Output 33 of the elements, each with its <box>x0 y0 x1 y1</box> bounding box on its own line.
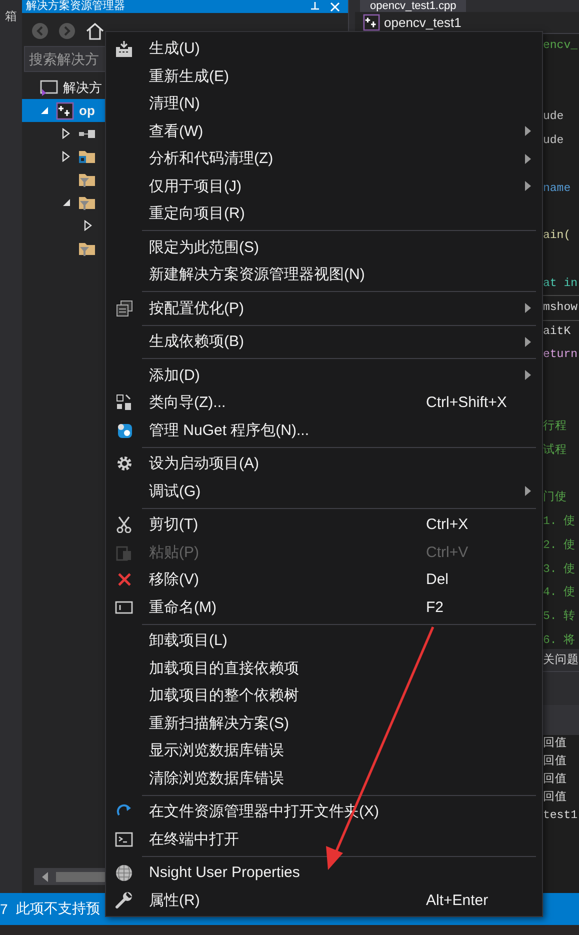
output-line: test1 <box>543 808 579 824</box>
code-line: name <box>543 180 572 197</box>
shortcut-text: Ctrl+V <box>426 544 468 561</box>
status-text: 此项不支持预 <box>16 900 100 918</box>
output-line: 回值 <box>543 754 568 770</box>
code-line: 3. 使 <box>543 562 577 578</box>
status-text: 7 <box>0 901 8 917</box>
code-line: 2. 使 <box>543 538 577 554</box>
code-line: 门使 <box>543 489 568 506</box>
shortcut-text: F2 <box>426 598 444 616</box>
code-line: 1. 使 <box>543 514 577 530</box>
code-line: eturn <box>543 347 579 364</box>
code-line: 行程 <box>543 418 568 435</box>
output-line: 回值 <box>543 772 568 788</box>
tree-label: 解决方 <box>63 78 102 96</box>
code-line: at in <box>543 276 579 292</box>
code-line: ude <box>543 109 565 126</box>
output-line: 回值 <box>543 736 568 752</box>
code-line: aitK <box>543 324 572 340</box>
code-line: mshow <box>543 296 579 320</box>
code-line: encv_ <box>543 38 579 54</box>
shortcut-text: Ctrl+X <box>426 516 468 534</box>
code-line: 5. 转 <box>543 608 577 626</box>
shortcut-text: Alt+Enter <box>426 892 488 909</box>
code-line: 4. 使 <box>543 584 577 602</box>
output-line: 回值 <box>543 790 568 806</box>
tree-label: op <box>79 103 95 118</box>
shortcut-text: Ctrl+Shift+X <box>426 394 507 412</box>
shortcut-text: Del <box>426 571 449 588</box>
code-line: 试程 <box>543 442 568 459</box>
code-line: ude <box>543 133 565 150</box>
code-line: ain( <box>543 228 572 244</box>
code-line: 6. 将 <box>543 632 577 649</box>
